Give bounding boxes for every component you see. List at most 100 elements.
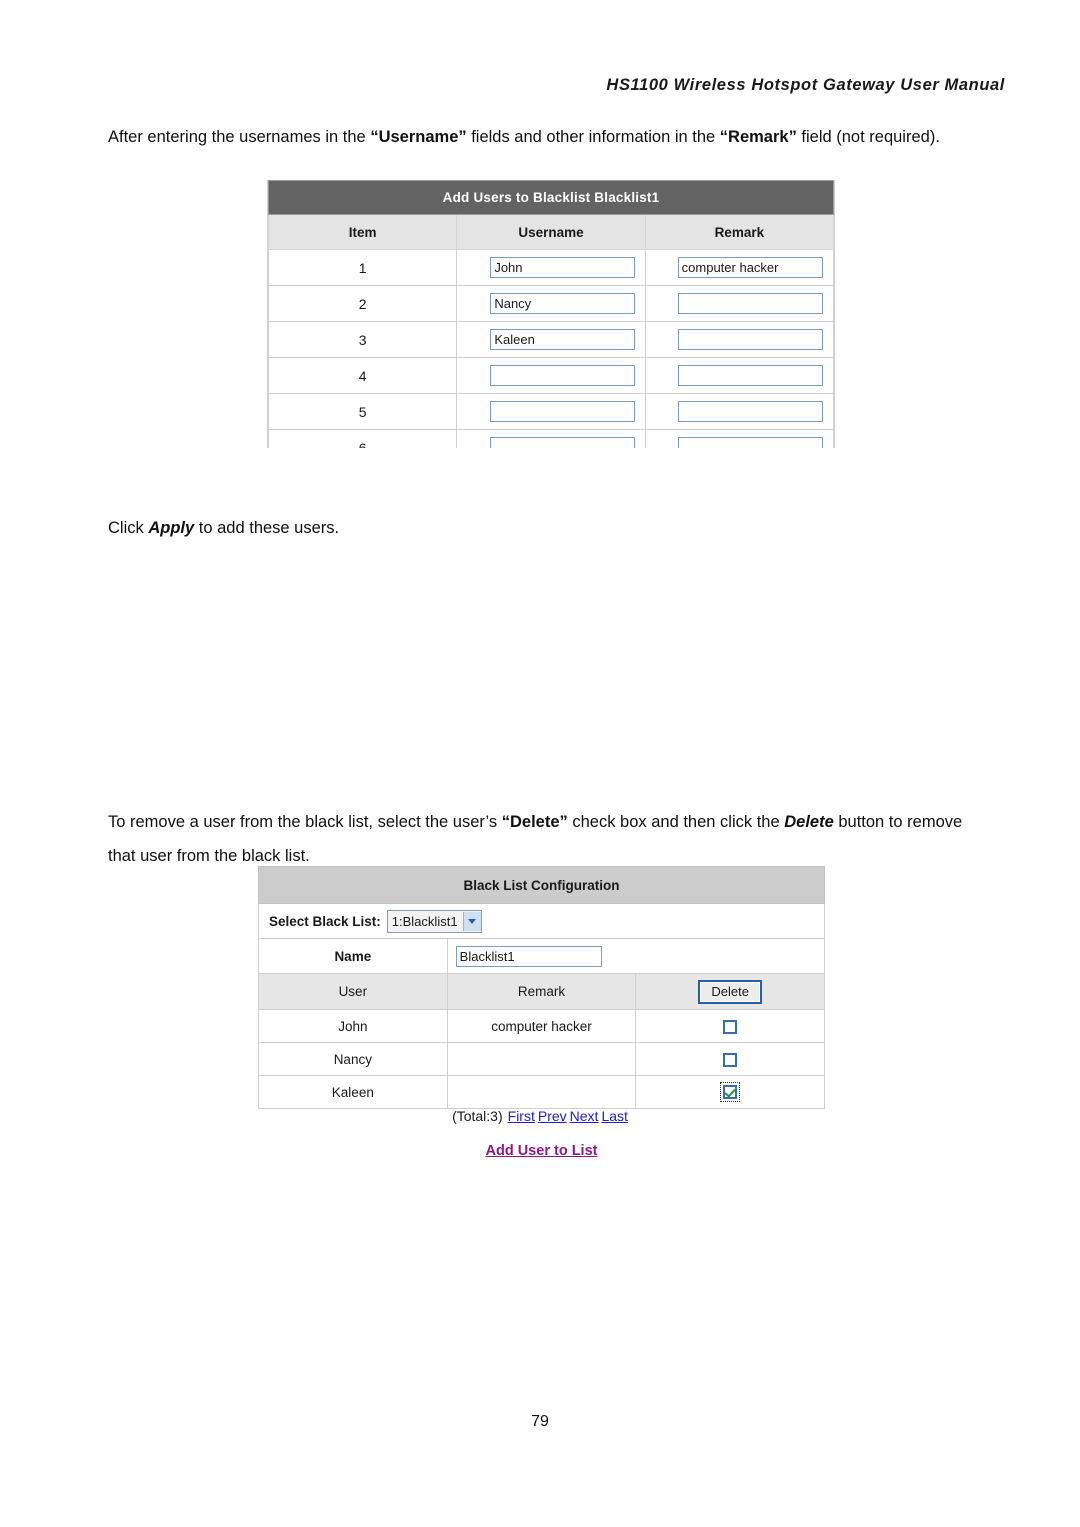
paragraph-remove-text-2: check box and then click the <box>567 812 785 831</box>
add-users-title-row: Add Users to Blacklist Blacklist1 <box>268 180 834 215</box>
delete-checkbox[interactable] <box>723 1052 738 1067</box>
username-cell: John <box>456 249 646 286</box>
pagination-last-link[interactable]: Last <box>601 1108 627 1124</box>
delete-checkbox-focus-ring <box>720 1082 741 1102</box>
paragraph-apply-emphasis: Apply <box>148 518 195 537</box>
column-header-remark: Remark <box>446 973 637 1010</box>
remark-input[interactable] <box>677 365 823 386</box>
table-row: 3 Kaleen <box>268 321 834 358</box>
name-label: Name <box>258 938 448 974</box>
add-users-table: Add Users to Blacklist Blacklist1 Item U… <box>268 180 834 448</box>
table-row: Kaleen <box>258 1075 825 1109</box>
paragraph-intro-text-2: fields and other information in the <box>466 127 720 146</box>
table-row: John computer hacker <box>258 1009 825 1043</box>
remark-input[interactable] <box>677 293 823 314</box>
row-item-number: 4 <box>268 357 458 394</box>
table-row: 2 Nancy <box>268 285 834 322</box>
running-head: HS1100 Wireless Hotspot Gateway User Man… <box>606 76 1005 94</box>
user-cell: Nancy <box>258 1042 448 1076</box>
paragraph-intro-bold-remark: “Remark” <box>719 127 797 146</box>
select-black-list-row: Select Black List: 1:Blacklist1 <box>258 903 825 939</box>
delete-header-cell: Delete <box>635 973 825 1010</box>
username-input[interactable] <box>490 401 636 422</box>
paragraph-remove-emphasis: Delete <box>784 812 834 831</box>
column-header-username: Username <box>456 214 646 250</box>
page-number: 79 <box>531 1413 549 1430</box>
pagination-total: (Total:3) <box>452 1108 503 1124</box>
select-black-list-label: Select Black List: <box>269 913 381 929</box>
delete-checkbox-cell <box>635 1042 825 1076</box>
remark-cell <box>446 1075 637 1109</box>
column-header-user: User <box>258 973 448 1010</box>
column-header-remark: Remark <box>644 214 834 250</box>
delete-button[interactable]: Delete <box>698 979 762 1004</box>
username-cell <box>456 429 646 448</box>
table-row: 4 <box>268 357 834 394</box>
name-field-cell: Blacklist1 <box>446 938 826 974</box>
blacklist-subheader-row: User Remark Delete <box>258 973 825 1010</box>
paragraph-remove-bold-delete: “Delete” <box>501 812 568 831</box>
paragraph-apply: Click Apply to add these users. <box>108 511 988 545</box>
paragraph-apply-text-2: to add these users. <box>194 518 340 537</box>
remark-input[interactable] <box>677 329 823 350</box>
remark-cell: computer hacker <box>446 1009 637 1043</box>
username-input[interactable] <box>490 365 636 386</box>
select-black-list-cell: Select Black List: 1:Blacklist1 <box>258 903 825 939</box>
remark-cell <box>644 429 834 448</box>
paragraph-apply-text-1: Click <box>108 518 149 537</box>
paragraph-intro-text-1: After entering the usernames in the <box>108 127 371 146</box>
chevron-down-icon[interactable] <box>462 911 481 931</box>
black-list-config-title: Black List Configuration <box>258 866 825 904</box>
name-input[interactable]: Blacklist1 <box>455 945 602 967</box>
row-item-number: 3 <box>268 321 458 358</box>
user-cell: John <box>258 1009 448 1043</box>
select-black-list-value: 1:Blacklist1 <box>391 913 458 929</box>
pagination-next-link[interactable]: Next <box>570 1108 599 1124</box>
add-user-to-list-container: Add User to List <box>258 1142 825 1160</box>
row-item-number: 2 <box>268 285 458 322</box>
paragraph-intro: After entering the usernames in the “Use… <box>108 120 988 154</box>
username-input[interactable] <box>490 437 636 448</box>
remark-cell: computer hacker <box>644 249 834 286</box>
delete-checkbox-cell <box>635 1009 825 1043</box>
add-users-header-row: Item Username Remark <box>268 214 834 250</box>
remark-input[interactable]: computer hacker <box>677 257 823 278</box>
remark-cell <box>446 1042 637 1076</box>
figure-add-users-to-blacklist: Add Users to Blacklist Blacklist1 Item U… <box>267 180 835 448</box>
delete-checkbox[interactable] <box>723 1085 738 1099</box>
row-item-number: 1 <box>268 249 458 286</box>
delete-checkbox-cell <box>635 1075 825 1109</box>
row-item-number: 6 <box>268 429 458 448</box>
paragraph-intro-text-3: field (not required). <box>796 127 940 146</box>
username-input[interactable]: Kaleen <box>490 329 636 350</box>
username-input[interactable]: John <box>490 257 636 278</box>
pagination-first-link[interactable]: First <box>508 1108 535 1124</box>
table-row: 6 <box>268 429 834 448</box>
username-input[interactable]: Nancy <box>490 293 636 314</box>
pagination-prev-link[interactable]: Prev <box>538 1108 567 1124</box>
blacklist-title-row: Black List Configuration <box>258 866 825 904</box>
remark-cell <box>644 357 834 394</box>
paragraph-remove-text-1: To remove a user from the black list, se… <box>108 812 502 831</box>
column-header-item: Item <box>268 214 458 250</box>
row-item-number: 5 <box>268 393 458 430</box>
username-cell: Kaleen <box>456 321 646 358</box>
user-cell: Kaleen <box>258 1075 448 1109</box>
username-cell: Nancy <box>456 285 646 322</box>
remark-cell <box>644 285 834 322</box>
table-row: Nancy <box>258 1042 825 1076</box>
delete-checkbox[interactable] <box>723 1019 738 1034</box>
paragraph-intro-bold-username: “Username” <box>370 127 467 146</box>
name-row: Name Blacklist1 <box>258 938 826 974</box>
black-list-configuration-table: Black List Configuration Select Black Li… <box>258 866 826 1109</box>
remark-input[interactable] <box>677 401 823 422</box>
select-black-list-dropdown[interactable]: 1:Blacklist1 <box>386 909 482 933</box>
add-user-to-list-link[interactable]: Add User to List <box>486 1143 598 1159</box>
figure-black-list-configuration: Black List Configuration Select Black Li… <box>258 866 826 1109</box>
add-users-title: Add Users to Blacklist Blacklist1 <box>268 180 834 215</box>
remark-cell <box>644 321 834 358</box>
remark-input[interactable] <box>677 437 823 448</box>
table-row: 1 John computer hacker <box>268 249 834 286</box>
username-cell <box>456 393 646 430</box>
paragraph-remove: To remove a user from the black list, se… <box>108 805 988 873</box>
